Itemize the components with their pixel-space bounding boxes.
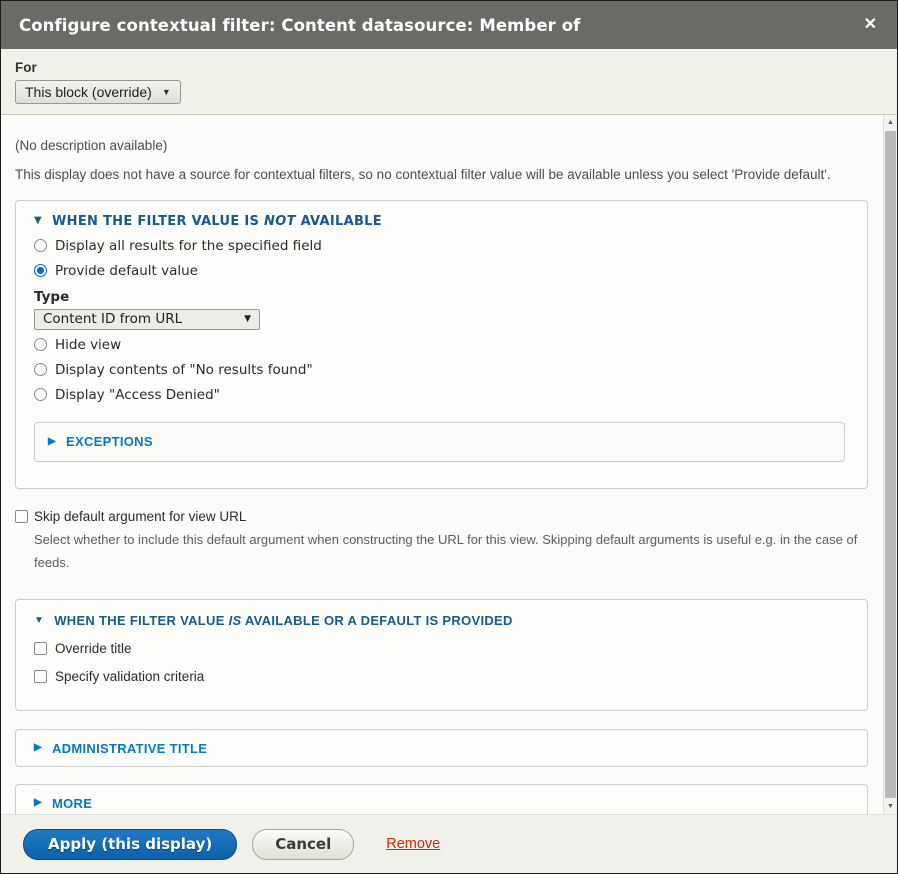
checkbox-label: Skip default argument for view URL: [34, 509, 246, 524]
checkbox-label: Specify validation criteria: [55, 669, 204, 684]
scroll-up-icon[interactable]: ▲: [884, 115, 897, 130]
type-label: Type: [34, 289, 855, 305]
radio-icon[interactable]: [34, 239, 47, 252]
legend-text: MORE: [52, 796, 92, 811]
checkbox-specify-validation[interactable]: Specify validation criteria: [34, 669, 855, 684]
legend-text: WHEN THE FILTER VALUE IS AVAILABLE OR A …: [54, 613, 513, 628]
display-note-text: This display does not have a source for …: [15, 165, 868, 186]
fieldset-administrative-title: ▶ ADMINISTRATIVE TITLE: [15, 729, 868, 767]
radio-access-denied[interactable]: Display "Access Denied": [34, 387, 855, 403]
scroll-down-icon[interactable]: ▼: [884, 799, 897, 814]
legend-text: WHEN THE FILTER VALUE IS NOT AVAILABLE: [52, 214, 382, 229]
chevron-down-icon: ▼: [34, 616, 44, 626]
checkbox-label: Override title: [55, 641, 132, 656]
radio-label: Display all results for the specified fi…: [55, 238, 322, 254]
fieldset-available-toggle[interactable]: ▼ WHEN THE FILTER VALUE IS AVAILABLE OR …: [34, 613, 855, 628]
radio-hide-view[interactable]: Hide view: [34, 337, 855, 353]
radio-label: Display "Access Denied": [55, 387, 220, 403]
cancel-button[interactable]: Cancel: [252, 829, 354, 860]
radio-label: Display contents of "No results found": [55, 362, 313, 378]
fieldset-filter-value-available: ▼ WHEN THE FILTER VALUE IS AVAILABLE OR …: [15, 599, 868, 711]
fieldset-filter-value-not-available: ▼ WHEN THE FILTER VALUE IS NOT AVAILABLE…: [15, 200, 868, 489]
scrollbar-thumb[interactable]: [885, 131, 896, 798]
type-select[interactable]: Content ID from URL ▼: [34, 309, 260, 330]
skip-default-description: Select whether to include this default a…: [34, 529, 864, 575]
chevron-down-icon: ▼: [244, 314, 251, 324]
for-label: For: [15, 60, 883, 75]
radio-selected-icon[interactable]: [34, 264, 47, 277]
checkbox-skip-default-argument[interactable]: Skip default argument for view URL: [15, 509, 868, 524]
fieldset-more-toggle[interactable]: ▶ MORE: [34, 796, 92, 811]
chevron-right-icon: ▶: [34, 743, 42, 753]
radio-icon[interactable]: [34, 388, 47, 401]
fieldset-more: ▶ MORE: [15, 784, 868, 814]
vertical-scrollbar[interactable]: ▲ ▼: [883, 115, 897, 814]
dialog-body: (No description available) This display …: [1, 115, 897, 814]
fieldset-exceptions: ▶ EXCEPTIONS: [34, 422, 845, 462]
radio-display-all-results[interactable]: Display all results for the specified fi…: [34, 238, 855, 254]
configure-contextual-filter-dialog: Configure contextual filter: Content dat…: [0, 0, 898, 874]
for-select-value: This block (override): [25, 84, 152, 100]
remove-link[interactable]: Remove: [386, 836, 440, 852]
checkbox-override-title[interactable]: Override title: [34, 641, 855, 656]
legend-text: ADMINISTRATIVE TITLE: [52, 741, 207, 756]
chevron-down-icon: ▼: [162, 87, 171, 97]
no-description-text: (No description available): [15, 136, 868, 157]
close-icon[interactable]: ✕: [864, 17, 877, 33]
radio-provide-default-value[interactable]: Provide default value: [34, 263, 855, 279]
type-select-value: Content ID from URL: [43, 311, 182, 327]
radio-icon[interactable]: [34, 338, 47, 351]
fieldset-administrative-title-toggle[interactable]: ▶ ADMINISTRATIVE TITLE: [34, 741, 207, 756]
radio-label: Provide default value: [55, 263, 198, 279]
for-section: For This block (override) ▼: [1, 49, 897, 115]
dialog-footer: Apply (this display) Cancel Remove: [1, 814, 897, 873]
radio-icon[interactable]: [34, 363, 47, 376]
apply-button[interactable]: Apply (this display): [23, 829, 237, 860]
dialog-titlebar: Configure contextual filter: Content dat…: [1, 1, 897, 49]
fieldset-not-available-toggle[interactable]: ▼ WHEN THE FILTER VALUE IS NOT AVAILABLE: [34, 214, 855, 229]
checkbox-icon[interactable]: [34, 642, 47, 655]
checkbox-icon[interactable]: [15, 510, 28, 523]
legend-text: EXCEPTIONS: [66, 434, 153, 449]
chevron-right-icon: ▶: [48, 437, 56, 447]
radio-no-results-found[interactable]: Display contents of "No results found": [34, 362, 855, 378]
dialog-title: Configure contextual filter: Content dat…: [19, 16, 864, 35]
chevron-right-icon: ▶: [34, 798, 42, 808]
fieldset-exceptions-toggle[interactable]: ▶ EXCEPTIONS: [48, 434, 153, 449]
for-select[interactable]: This block (override) ▼: [15, 80, 181, 104]
chevron-down-icon: ▼: [34, 216, 42, 226]
radio-label: Hide view: [55, 337, 121, 353]
checkbox-icon[interactable]: [34, 670, 47, 683]
